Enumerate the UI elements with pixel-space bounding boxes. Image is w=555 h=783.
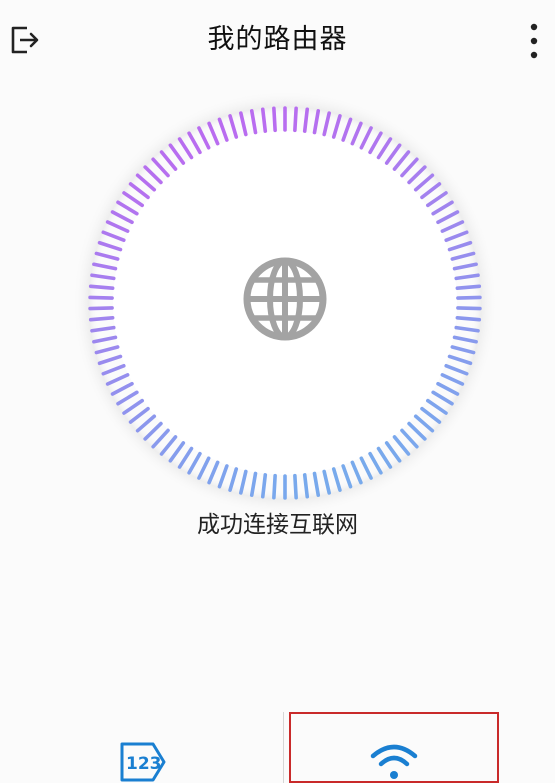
dial-tick bbox=[88, 306, 114, 311]
more-button[interactable] bbox=[519, 18, 549, 64]
more-vertical-icon bbox=[530, 23, 538, 59]
dial-tick bbox=[455, 284, 482, 290]
dial-tick bbox=[88, 295, 114, 300]
dial-tick bbox=[302, 107, 310, 133]
dial-tick bbox=[293, 106, 298, 133]
dial-tick bbox=[272, 473, 277, 500]
router-screen: 我的路由器 成功连接互联网 123 bbox=[0, 0, 555, 783]
dial-tick bbox=[456, 295, 482, 300]
connection-status: 成功连接互联网 bbox=[197, 512, 358, 538]
page-title: 我的路由器 bbox=[207, 24, 348, 55]
svg-text:123: 123 bbox=[126, 754, 162, 774]
nav-item-numeric[interactable]: 123 bbox=[0, 712, 286, 783]
dial-tick bbox=[456, 306, 482, 311]
dial-tick bbox=[293, 473, 298, 500]
connection-dial bbox=[74, 92, 496, 514]
top-bar: 我的路由器 bbox=[0, 0, 555, 84]
nav-divider bbox=[283, 712, 284, 783]
wifi-icon bbox=[370, 744, 418, 779]
dial-tick bbox=[88, 284, 115, 290]
bottom-navigation: 123 bbox=[0, 712, 555, 783]
dial-tick bbox=[455, 316, 482, 322]
numeric-123-icon: 123 bbox=[120, 742, 166, 782]
dial-graphic bbox=[74, 92, 496, 514]
dial-tick bbox=[272, 106, 277, 133]
globe-icon bbox=[243, 257, 327, 341]
dial-tick bbox=[302, 473, 310, 499]
dial-tick bbox=[260, 473, 268, 499]
nav-item-wifi[interactable] bbox=[289, 712, 499, 783]
dial-tick bbox=[88, 316, 115, 322]
dial-tick bbox=[260, 107, 268, 133]
